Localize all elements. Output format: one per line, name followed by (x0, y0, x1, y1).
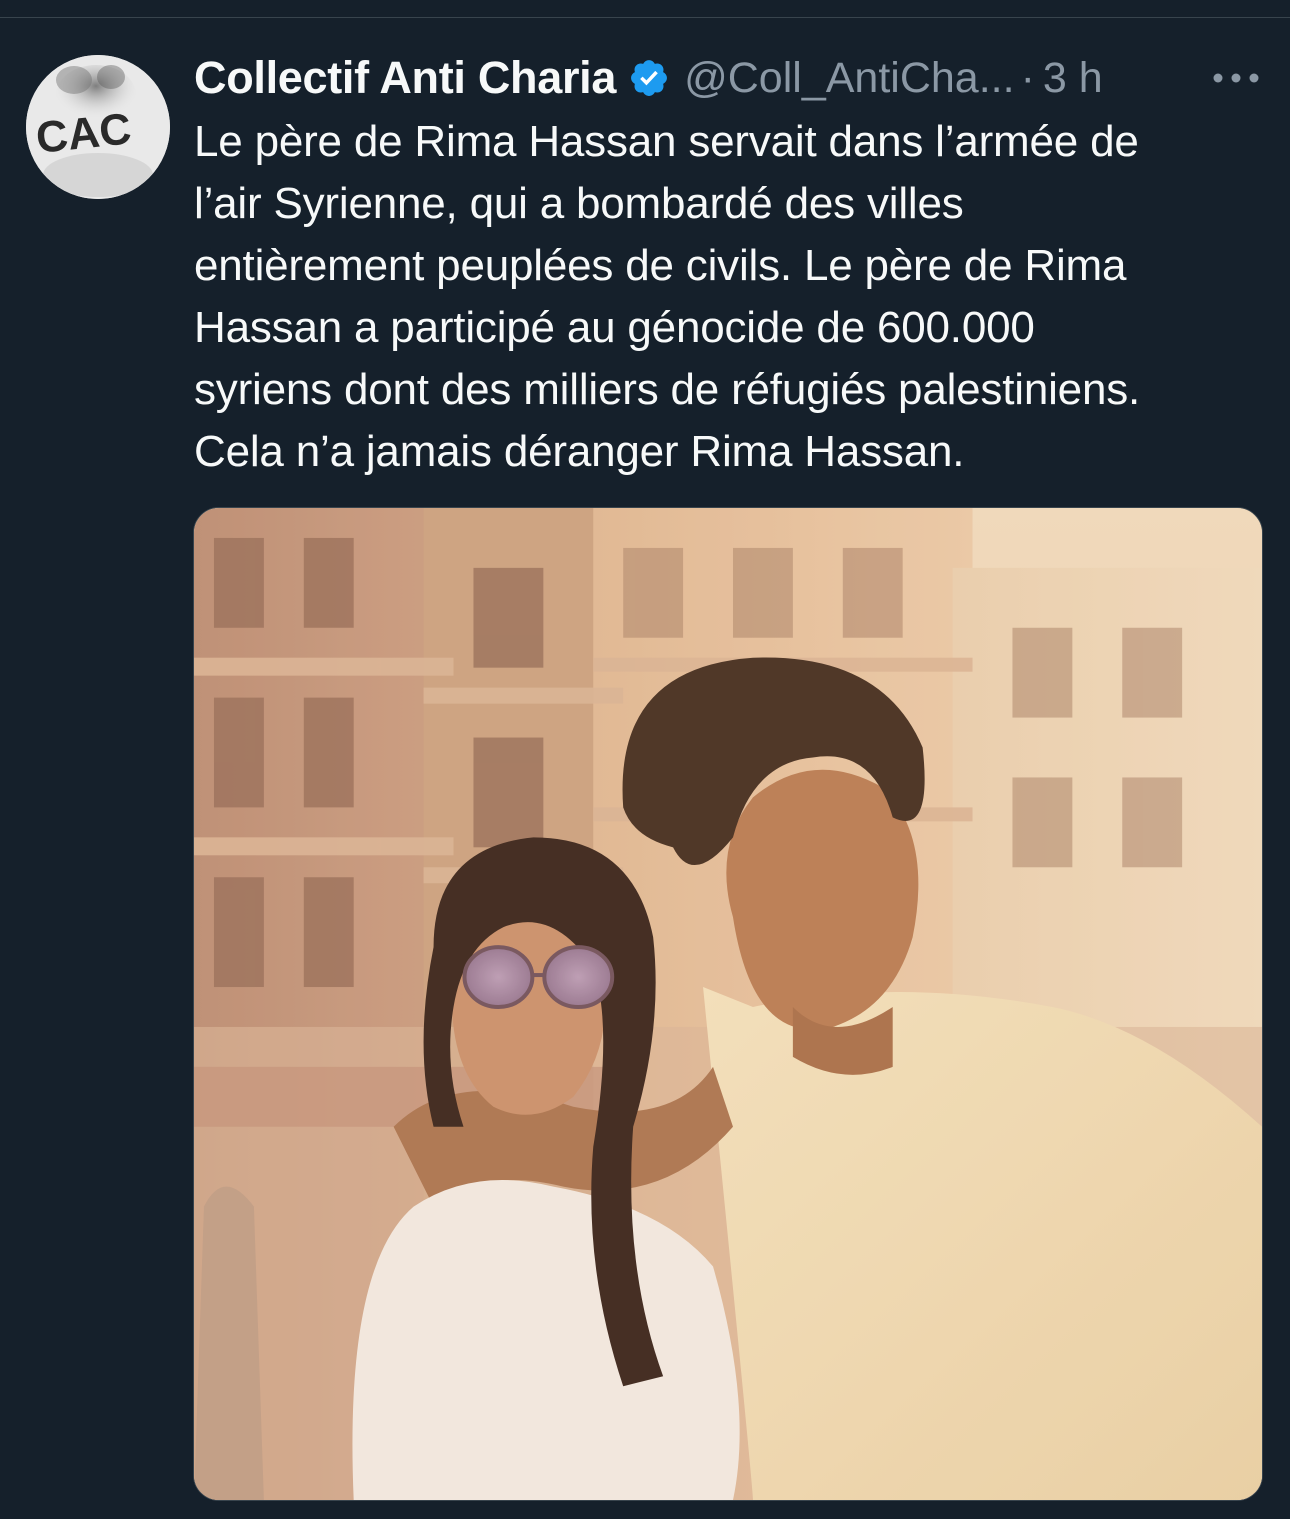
avatar-text: CAC (34, 104, 134, 163)
verified-badge-icon[interactable] (628, 57, 670, 99)
avatar[interactable]: CAC (26, 55, 170, 199)
display-name[interactable]: Collectif Anti Charia (194, 52, 616, 104)
separator-dot: · (1020, 53, 1035, 102)
tweet-text-line: l’air Syrienne, qui a bombardé des ville… (194, 179, 964, 228)
timestamp[interactable]: 3 h (1043, 54, 1103, 103)
tweet-text-line: Cela n’a jamais déranger Rima Hassan. (194, 427, 965, 476)
tweet-header: Collectif Anti Charia @Coll_AntiCha... ·… (194, 51, 1103, 105)
avatar-logo: CAC (26, 55, 170, 199)
tweet-text-line: entièrement peuplées de civils. Le père … (194, 241, 1127, 290)
tweet[interactable]: CAC Collectif Anti Charia @Coll_AntiCha.… (0, 19, 1290, 1519)
top-divider (0, 0, 1290, 18)
tweet-text-line: Le père de Rima Hassan servait dans l’ar… (194, 117, 1139, 166)
photo-illustration (194, 508, 1262, 1500)
tweet-text-line: syriens dont des milliers de réfugiés pa… (194, 365, 1141, 414)
ellipsis-icon[interactable] (1208, 63, 1264, 93)
tweet-text: Le père de Rima Hassan servait dans l’ar… (194, 111, 1264, 483)
tweet-text-line: Hassan a participé au génocide de 600.00… (194, 303, 1035, 352)
tweet-photo[interactable] (193, 507, 1263, 1501)
user-handle[interactable]: @Coll_AntiCha... (684, 54, 1014, 103)
